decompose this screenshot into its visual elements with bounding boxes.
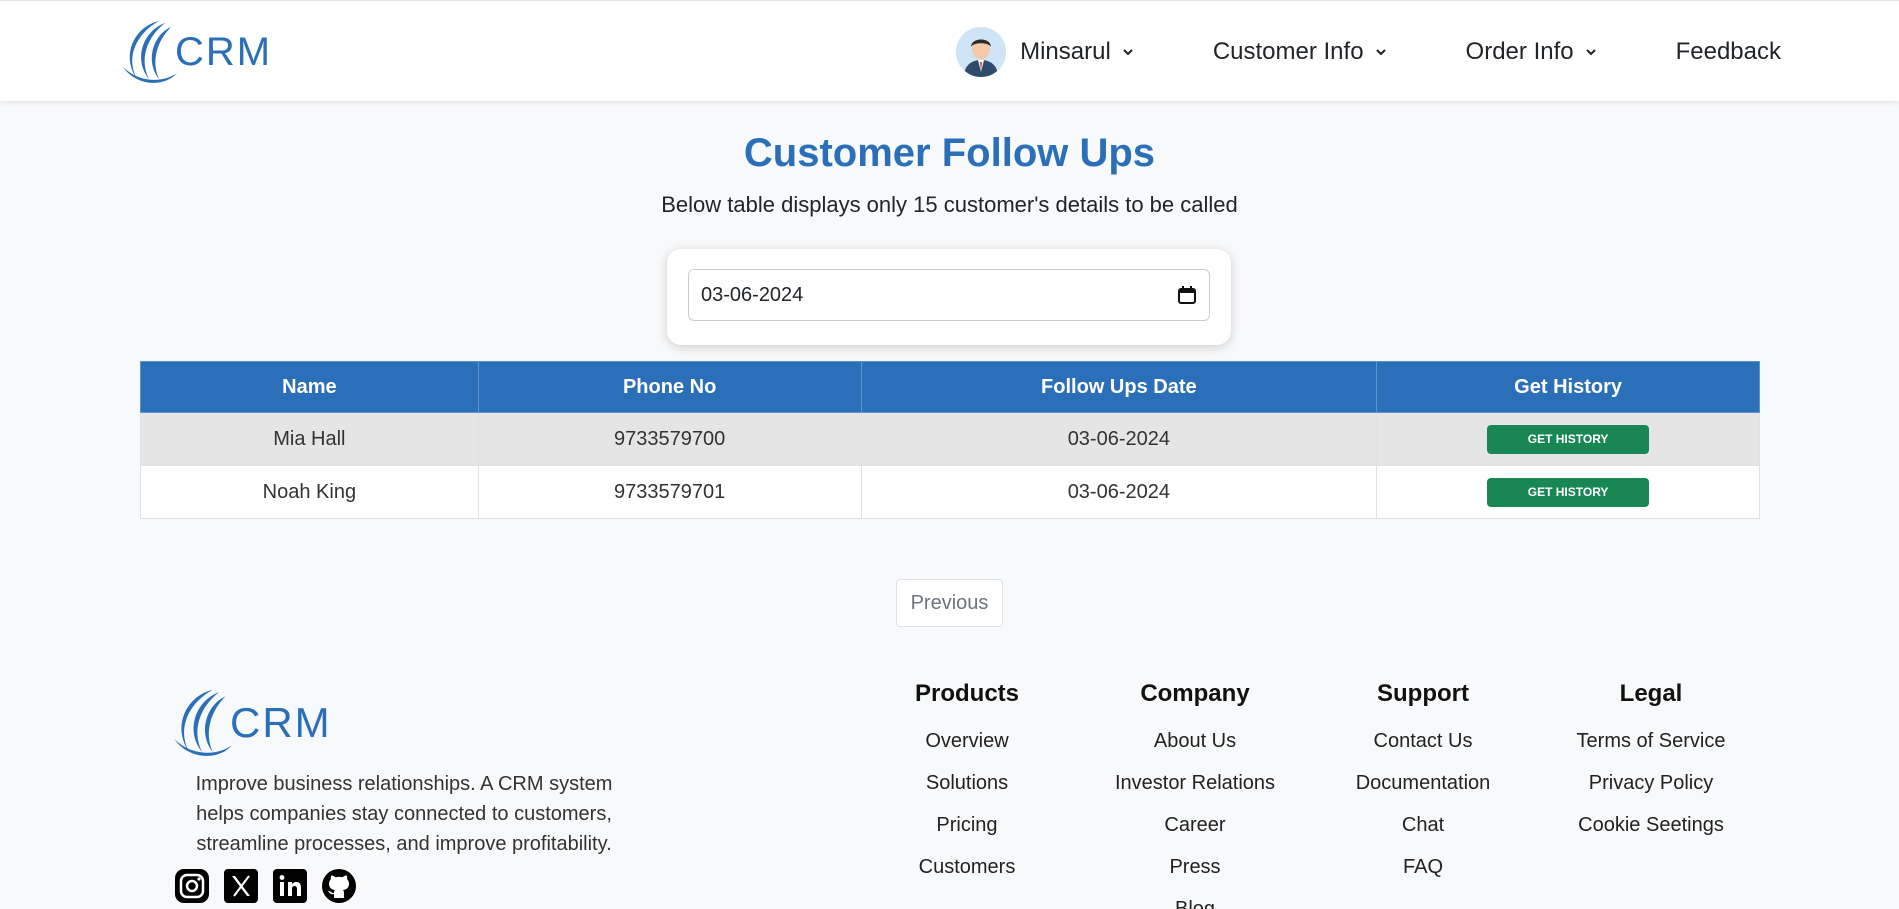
cell-action: GET HISTORY bbox=[1376, 412, 1760, 466]
cell-date: 03-06-2024 bbox=[860, 465, 1378, 519]
page-subtitle: Below table displays only 15 customer's … bbox=[661, 192, 1238, 217]
footer-link-overview[interactable]: Overview bbox=[867, 720, 1067, 762]
cell-phone: 9733579700 bbox=[477, 412, 862, 466]
follow-ups-table: Name Phone No Follow Ups Date Get Histor… bbox=[140, 361, 1760, 519]
chevron-down-icon bbox=[1375, 49, 1386, 56]
nav-order-info[interactable]: Order Info bbox=[1466, 38, 1598, 66]
swoosh-logo-icon bbox=[123, 21, 177, 83]
logo-text: CRM bbox=[175, 29, 273, 74]
nav-customer-info[interactable]: Customer Info bbox=[1213, 38, 1388, 66]
nav-order-info-label: Order Info bbox=[1465, 38, 1574, 65]
nav-feedback-label: Feedback bbox=[1675, 38, 1781, 65]
table-row: Noah King 9733579701 03-06-2024 GET HIST… bbox=[140, 465, 1760, 519]
avatar bbox=[956, 27, 1007, 77]
linkedin-icon[interactable] bbox=[272, 868, 308, 904]
header-follow-up-date: Follow Ups Date bbox=[860, 361, 1378, 413]
footer-col-support: Support Contact Us Documentation Chat FA… bbox=[1323, 680, 1523, 888]
follow-up-date-input[interactable]: 03-06-2024 bbox=[688, 269, 1210, 321]
footer-description: Improve business relationships. A CRM sy… bbox=[195, 773, 613, 855]
user-name: Minsarul bbox=[1020, 38, 1111, 65]
footer-col-title: Products bbox=[914, 680, 1019, 707]
previous-page-button[interactable]: Previous bbox=[896, 579, 1003, 627]
nav-customer-info-label: Customer Info bbox=[1212, 38, 1364, 65]
footer-col-legal: Legal Terms of Service Privacy Policy Co… bbox=[1551, 680, 1751, 846]
footer-link-career[interactable]: Career bbox=[1095, 804, 1295, 846]
table-row: Mia Hall 9733579700 03-06-2024 GET HISTO… bbox=[140, 412, 1760, 466]
footer-link-press[interactable]: Press bbox=[1095, 846, 1295, 888]
footer-col-title: Company bbox=[1140, 680, 1250, 707]
table-header-row: Name Phone No Follow Ups Date Get Histor… bbox=[140, 361, 1760, 413]
footer-link-about-us[interactable]: About Us bbox=[1095, 720, 1295, 762]
navbar: CRM Minsarul Customer Info Order Info Fe… bbox=[0, 0, 1899, 101]
header-name: Name bbox=[140, 361, 479, 413]
social-links bbox=[174, 868, 370, 904]
logo-text: CRM bbox=[230, 699, 332, 746]
x-icon[interactable] bbox=[223, 868, 259, 904]
github-icon[interactable] bbox=[321, 868, 357, 904]
footer-link-privacy[interactable]: Privacy Policy bbox=[1551, 762, 1751, 804]
calendar-icon[interactable] bbox=[1177, 285, 1197, 305]
nav-menu: Minsarul Customer Info Order Info Feedba… bbox=[956, 25, 1781, 79]
brand-logo[interactable]: CRM bbox=[119, 17, 272, 87]
footer-col-products: Products Overview Solutions Pricing Cust… bbox=[867, 680, 1067, 888]
footer-link-contact-us[interactable]: Contact Us bbox=[1323, 720, 1523, 762]
page-title: Customer Follow Ups bbox=[743, 131, 1156, 175]
cell-name: Noah King bbox=[140, 465, 479, 519]
instagram-icon[interactable] bbox=[174, 868, 210, 904]
cell-date: 03-06-2024 bbox=[860, 412, 1378, 466]
footer-link-blog[interactable]: Blog bbox=[1095, 888, 1295, 909]
footer-link-pricing[interactable]: Pricing bbox=[867, 804, 1067, 846]
cell-name: Mia Hall bbox=[140, 412, 479, 466]
footer-link-chat[interactable]: Chat bbox=[1323, 804, 1523, 846]
date-filter-card: 03-06-2024 bbox=[667, 249, 1231, 345]
chevron-down-icon bbox=[1585, 49, 1596, 56]
cell-phone: 9733579701 bbox=[477, 465, 862, 519]
header-phone: Phone No bbox=[477, 361, 862, 413]
header-get-history: Get History bbox=[1376, 361, 1760, 413]
nav-feedback[interactable]: Feedback bbox=[1676, 38, 1781, 66]
cell-action: GET HISTORY bbox=[1376, 465, 1760, 519]
footer-logo[interactable]: CRM bbox=[170, 685, 332, 761]
swoosh-logo-icon bbox=[174, 689, 232, 756]
chevron-down-icon bbox=[1123, 49, 1133, 56]
footer-link-terms[interactable]: Terms of Service bbox=[1551, 720, 1751, 762]
user-menu[interactable]: Minsarul bbox=[956, 27, 1135, 77]
footer-col-company: Company About Us Investor Relations Care… bbox=[1095, 680, 1295, 909]
footer-link-cookie-settings[interactable]: Cookie Seetings bbox=[1551, 804, 1751, 846]
footer-link-solutions[interactable]: Solutions bbox=[867, 762, 1067, 804]
get-history-button[interactable]: GET HISTORY bbox=[1487, 424, 1650, 454]
footer-link-faq[interactable]: FAQ bbox=[1323, 846, 1523, 888]
footer-link-investor-relations[interactable]: Investor Relations bbox=[1095, 762, 1295, 804]
footer-link-customers[interactable]: Customers bbox=[867, 846, 1067, 888]
footer-col-title: Legal bbox=[1619, 680, 1683, 707]
get-history-button[interactable]: GET HISTORY bbox=[1487, 477, 1650, 507]
footer-col-title: Support bbox=[1377, 680, 1469, 707]
footer-link-documentation[interactable]: Documentation bbox=[1323, 762, 1523, 804]
date-value: 03-06-2024 bbox=[701, 283, 804, 306]
